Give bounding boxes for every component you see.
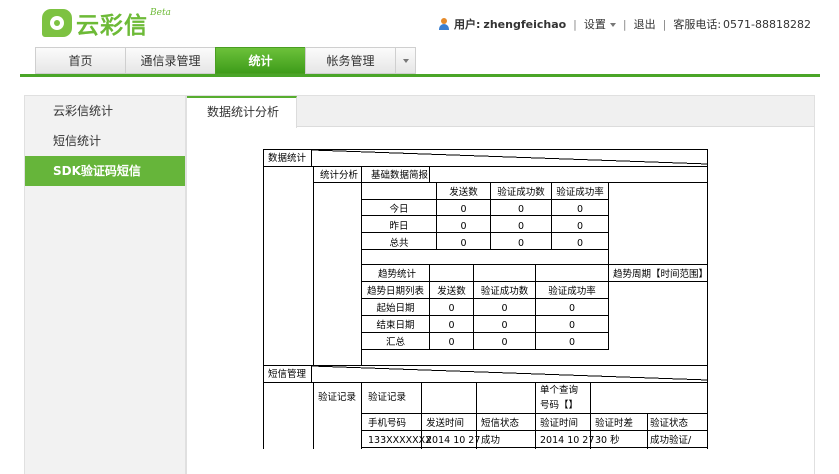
col-verify-rate: 验证成功率 — [548, 286, 596, 297]
cell: 0 — [568, 337, 576, 348]
sidebar-item-sms-stats[interactable]: 短信统计 — [25, 126, 185, 156]
verify-records-sublabel: 验证记录 — [368, 392, 407, 403]
sidebar-item-sdk-sms[interactable]: SDK验证码短信 — [25, 156, 185, 186]
cell-verify-time: 2014 10 27 — [540, 435, 595, 446]
username: zhengfeichao — [483, 17, 567, 31]
cell: 0 — [576, 221, 584, 232]
basic-report-label: 基础数据简报 — [371, 170, 429, 181]
cell: 0 — [448, 320, 455, 331]
cell: 0 — [568, 303, 576, 314]
logout-link[interactable]: 退出 — [634, 16, 656, 32]
cell-sms-status: 成功 — [481, 435, 501, 446]
cell: 0 — [448, 337, 455, 348]
tab-contacts[interactable]: 通信录管理 — [125, 47, 215, 74]
cell-send-time: 2014 10 27 — [426, 435, 481, 446]
app-logo[interactable]: 云彩信 Beta — [42, 8, 171, 39]
col-sent: 发送数 — [449, 187, 478, 198]
cell-verify-delay: 30 秒 — [595, 435, 620, 446]
sidebar-item-mms-stats[interactable]: 云彩信统计 — [25, 96, 185, 126]
cell-phone: 133XXXXXXX — [368, 435, 432, 446]
row-summary: 汇总 — [385, 337, 405, 348]
beta-badge: Beta — [150, 8, 171, 18]
trend-stats-label: 趋势统计 — [378, 269, 417, 280]
cell: 0 — [568, 320, 576, 331]
cell: 0 — [460, 221, 467, 232]
row-end-date: 结束日期 — [376, 320, 415, 331]
cell: 0 — [501, 303, 508, 314]
section-sms-title: 短信管理 — [268, 369, 307, 380]
row-yesterday: 昨日 — [389, 221, 409, 232]
tab-data-analysis[interactable]: 数据统计分析 — [187, 96, 297, 128]
col-send-time: 发送时间 — [426, 418, 465, 429]
settings-menu[interactable]: 设置 — [584, 16, 616, 32]
verify-records-label: 验证记录 — [318, 392, 357, 403]
col-verify-rate: 验证成功率 — [556, 187, 604, 198]
col-sent: 发送数 — [437, 286, 466, 297]
section-stats-title: 数据统计 — [268, 153, 307, 164]
stat-analysis-label: 统计分析 — [320, 170, 359, 181]
cell-verify-status: 成功验证/ — [650, 435, 692, 446]
row-start-date: 起始日期 — [376, 303, 415, 314]
nav-more-button[interactable] — [395, 47, 416, 74]
wireframe-table: 数据统计 统计分析 基础数据简报 发送数 验证成功数 验证成功率 今日 0 0 … — [263, 149, 708, 449]
hotline-number: 0571-88818282 — [723, 17, 811, 31]
single-query-label: 单个查询 — [540, 385, 579, 396]
tab-statistics[interactable]: 统计 — [215, 47, 305, 74]
hotline-label: 客服电话: — [673, 18, 722, 31]
sidebar: 云彩信统计 短信统计 SDK验证码短信 — [24, 95, 186, 474]
col-verified: 验证成功数 — [480, 286, 529, 297]
divider: | — [662, 17, 667, 31]
main-nav: 首页 通信录管理 统计 帐务管理 — [35, 47, 416, 74]
chevron-down-icon[interactable] — [609, 23, 616, 27]
single-query-number: 号码【】 — [540, 400, 579, 411]
cell: 0 — [460, 204, 467, 215]
row-total: 总共 — [389, 238, 409, 249]
cell: 0 — [517, 221, 525, 232]
nav-divider — [20, 74, 820, 77]
col-verify-status: 验证状态 — [650, 418, 689, 429]
logo-icon — [42, 9, 72, 37]
cell: 0 — [448, 303, 455, 314]
cell: 0 — [501, 337, 508, 348]
main-tab-bar: 数据统计分析 — [187, 96, 814, 128]
col-sms-status: 短信状态 — [481, 418, 520, 429]
cell: 0 — [576, 204, 584, 215]
user-icon — [438, 18, 450, 30]
chevron-down-icon[interactable] — [402, 58, 409, 63]
cell: 0 — [517, 204, 525, 215]
trend-period-label: 趋势周期【时间范围】 — [613, 269, 709, 280]
col-verified: 验证成功数 — [497, 187, 545, 198]
cell: 0 — [517, 238, 525, 249]
tab-accounts[interactable]: 帐务管理 — [305, 47, 395, 74]
settings-label[interactable]: 设置 — [584, 18, 606, 31]
cell: 0 — [501, 320, 508, 331]
col-verify-time: 验证时间 — [540, 418, 579, 429]
cell: 0 — [576, 238, 584, 249]
row-today: 今日 — [389, 204, 409, 215]
cell: 0 — [460, 238, 467, 249]
user-label: 用户: — [454, 18, 481, 31]
logo-text: 云彩信 — [76, 13, 148, 39]
divider: | — [622, 17, 627, 31]
tab-home[interactable]: 首页 — [35, 47, 125, 74]
trend-date-list: 趋势日期列表 — [366, 286, 424, 297]
col-verify-delay: 验证时差 — [595, 418, 634, 429]
col-phone: 手机号码 — [368, 418, 407, 429]
divider: | — [573, 17, 577, 31]
user-bar: 用户: zhengfeichao | 设置 | 退出 | 客服电话: 0571-… — [438, 16, 811, 32]
